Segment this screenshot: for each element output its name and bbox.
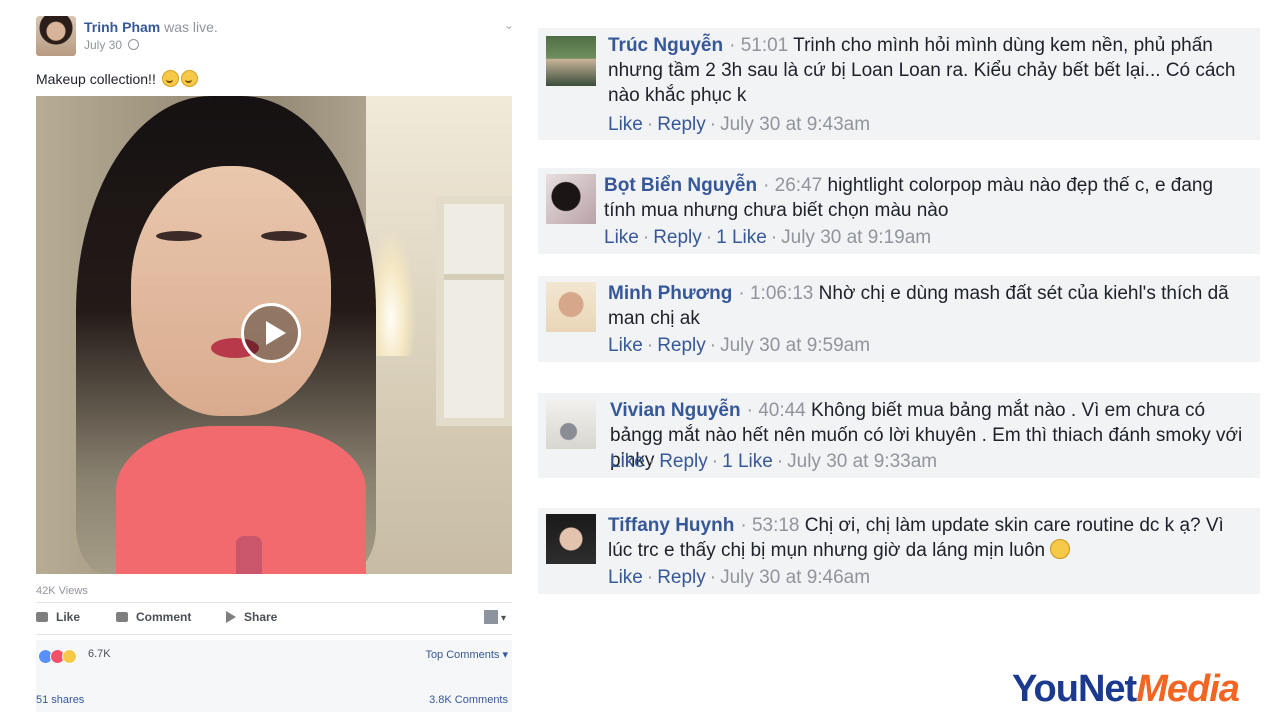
comment-like-link[interactable]: Like	[604, 227, 639, 248]
haha-reaction-icon	[62, 649, 77, 665]
author-avatar[interactable]	[36, 16, 76, 56]
live-video[interactable]	[36, 96, 512, 574]
comment-body: Minh Phương · 1:06:13 Nhờ chị e dùng mash…	[608, 281, 1250, 331]
video-timestamp[interactable]: · 26:47	[763, 175, 822, 196]
globe-icon	[128, 39, 140, 50]
comment-like-link[interactable]: Like	[608, 335, 643, 356]
logo-part1: YouNet	[1012, 668, 1137, 710]
commenter-name[interactable]: Tiffany Huynh	[608, 515, 734, 536]
video-person-face	[131, 166, 331, 416]
comment-like-count[interactable]: 1 Like	[716, 227, 767, 248]
share-icon	[226, 611, 236, 623]
author-name[interactable]: Trinh Pham	[84, 19, 160, 35]
video-timestamp[interactable]: · 51:01	[729, 35, 788, 56]
comment-item: Tiffany Huynh · 53:18 Chị ơi, chị làm upd…	[538, 508, 1260, 594]
comment-reply-link[interactable]: Reply	[659, 451, 708, 472]
post-action-text: was live.	[164, 19, 218, 35]
comment-body: Tiffany Huynh · 53:18 Chị ơi, chị làm upd…	[608, 513, 1250, 563]
comment-body: Bọt Biển Nguyễn · 26:47 hightlight colorp…	[604, 173, 1250, 223]
smile-emoji-icon	[180, 70, 198, 87]
divider	[36, 634, 512, 635]
post-date-text[interactable]: July 30	[84, 38, 122, 52]
comment-item: Minh Phương · 1:06:13 Nhờ chị e dùng mash…	[538, 276, 1260, 362]
commenter-name[interactable]: Minh Phương	[608, 283, 732, 304]
comment-body: Trúc Nguyễn · 51:01 Trinh cho mình hỏi mì…	[608, 33, 1250, 108]
reaction-count[interactable]: 6.7K	[88, 648, 111, 660]
video-timestamp[interactable]: · 1:06:13	[738, 283, 813, 304]
commenter-avatar[interactable]	[546, 282, 596, 332]
video-timestamp[interactable]: · 40:44	[747, 400, 806, 421]
divider	[36, 602, 512, 603]
post-header: Trinh Pham was live.	[84, 19, 218, 35]
comment-reply-link[interactable]: Reply	[657, 567, 706, 588]
comment-time[interactable]: July 30 at 9:46am	[720, 567, 870, 588]
comment-like-link[interactable]: Like	[608, 567, 643, 588]
comment-item: Vivian Nguyễn · 40:44 Không biết mua bảng…	[538, 393, 1260, 478]
video-person-eye	[156, 231, 202, 241]
comment-button[interactable]: Comment	[116, 610, 191, 624]
comment-time[interactable]: July 30 at 9:59am	[720, 335, 870, 356]
commenter-avatar[interactable]	[546, 36, 596, 86]
video-lipstick	[236, 536, 262, 574]
commenter-name[interactable]: Bọt Biển Nguyễn	[604, 175, 757, 196]
comment-reply-link[interactable]: Reply	[653, 227, 702, 248]
page-avatar-icon	[484, 610, 499, 624]
caption-text: Makeup collection!!	[36, 71, 156, 87]
video-person-eye	[261, 231, 307, 241]
comment-actions: Like · Reply · July 30 at 9:43am	[608, 114, 871, 135]
share-comment-summary: 51 shares 3.8K Comments	[36, 690, 512, 712]
video-timestamp[interactable]: · 53:18	[740, 515, 799, 536]
like-label: Like	[56, 610, 81, 624]
commenter-name[interactable]: Trúc Nguyễn	[608, 35, 723, 56]
chevron-down-icon[interactable]: ⌄	[504, 18, 514, 32]
comment-time[interactable]: July 30 at 9:19am	[781, 227, 931, 248]
top-comments-dropdown[interactable]: Top Comments ▾	[425, 648, 508, 661]
comment-icon	[116, 612, 128, 622]
reaction-icons[interactable]	[38, 648, 77, 666]
comment-actions: Like · Reply · July 30 at 9:46am	[608, 567, 871, 588]
video-window	[436, 196, 512, 426]
reaction-summary: 6.7K Top Comments ▾	[36, 640, 512, 690]
commenter-avatar[interactable]	[546, 399, 596, 449]
commenter-avatar[interactable]	[546, 174, 596, 224]
commenter-avatar[interactable]	[546, 514, 596, 564]
share-count[interactable]: 51 shares	[36, 694, 84, 706]
sad-emoji-icon	[1050, 539, 1071, 559]
play-icon[interactable]	[241, 303, 301, 363]
comment-time[interactable]: July 30 at 9:43am	[720, 114, 870, 135]
thumbs-up-icon	[36, 612, 48, 622]
comment-actions: Like · Reply · 1 Like · July 30 at 9:19am	[604, 227, 932, 248]
top-comments-label: Top Comments	[425, 649, 500, 661]
comment-label: Comment	[136, 610, 192, 624]
comment-like-link[interactable]: Like	[608, 114, 643, 135]
view-count: 42K Views	[36, 585, 88, 597]
comment-reply-link[interactable]: Reply	[657, 114, 706, 135]
comment-time[interactable]: July 30 at 9:33am	[787, 451, 937, 472]
comment-reply-link[interactable]: Reply	[657, 335, 706, 356]
logo-part2: Media	[1136, 668, 1240, 710]
post-actions: Like Comment Share ▾	[36, 608, 512, 630]
comment-item: Bọt Biển Nguyễn · 26:47 hightlight colorp…	[538, 168, 1260, 254]
post-caption: Makeup collection!!	[36, 70, 198, 87]
younet-media-logo: YouNetMedia	[1012, 668, 1240, 711]
comment-like-link[interactable]: Like	[610, 451, 645, 472]
post-date: July 30	[84, 38, 140, 52]
comment-count[interactable]: 3.8K Comments	[429, 694, 508, 706]
comment-actions: Like · Reply · July 30 at 9:59am	[608, 335, 871, 356]
smile-emoji-icon	[161, 70, 179, 87]
comment-like-count[interactable]: 1 Like	[722, 451, 773, 472]
comment-actions: Like · Reply · 1 Like · July 30 at 9:33am	[610, 451, 938, 472]
like-button[interactable]: Like	[36, 610, 80, 624]
facebook-post: Trinh Pham was live. July 30 ⌄ Makeup co…	[28, 8, 524, 712]
share-button[interactable]: Share	[226, 610, 277, 624]
share-label: Share	[244, 610, 278, 624]
post-as-selector[interactable]: ▾	[484, 610, 506, 624]
comment-item: Trúc Nguyễn · 51:01 Trinh cho mình hỏi mì…	[538, 28, 1260, 140]
commenter-name[interactable]: Vivian Nguyễn	[610, 400, 741, 421]
